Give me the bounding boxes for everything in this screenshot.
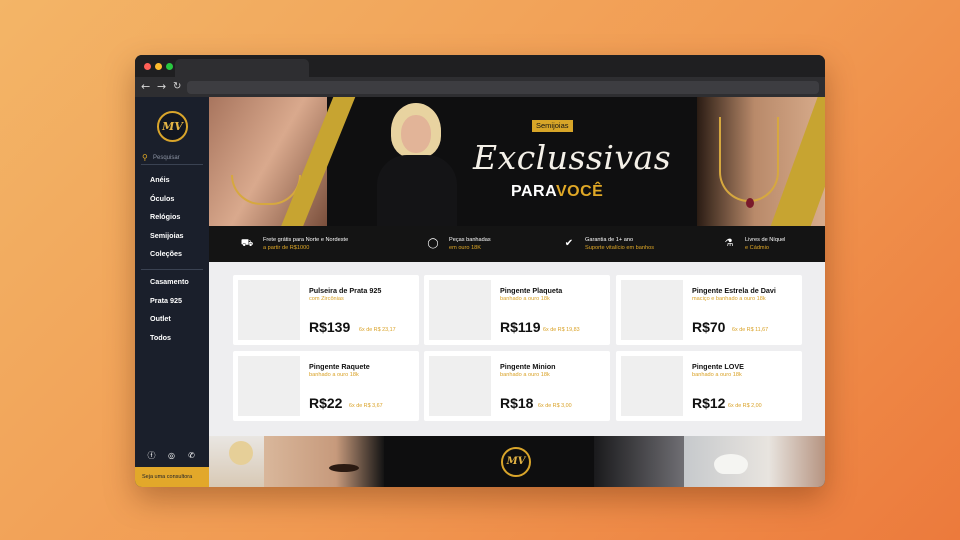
product-image[interactable] bbox=[429, 356, 491, 416]
page: MV ⚲ Pesquisar Anéis Óculos Relógios Sem… bbox=[135, 97, 825, 487]
tagline-highlight: VOCÊ bbox=[555, 183, 604, 200]
product-card[interactable]: Pingente LOVE banhado a ouro 18k R$12 6x… bbox=[616, 351, 802, 421]
product-card[interactable]: Pingente Plaqueta banhado a ouro 18k R$1… bbox=[424, 275, 610, 345]
product-subtitle: banhado a ouro 18k bbox=[500, 296, 550, 302]
product-installments: 6x de R$ 3,00 bbox=[538, 403, 572, 409]
hero-badge: Semijoias bbox=[532, 120, 573, 132]
banner-photo-portrait bbox=[594, 436, 684, 487]
brand-logo[interactable]: MV bbox=[157, 111, 188, 142]
sidebar-item-relogios[interactable]: Relógios bbox=[150, 212, 205, 222]
main-content: Semijoias Exclussivas PARAVOCÊ ⛟ Frete g… bbox=[209, 97, 825, 487]
arrow-left-icon[interactable]: ← bbox=[141, 78, 150, 96]
product-image[interactable] bbox=[429, 280, 491, 340]
minimize-window-button[interactable] bbox=[155, 63, 162, 70]
shield-check-icon: ✔ bbox=[564, 238, 574, 249]
secondary-banner[interactable]: MV bbox=[209, 436, 825, 487]
ring-icon: ◯ bbox=[427, 238, 439, 249]
reload-icon[interactable]: ↻ bbox=[173, 78, 181, 96]
instagram-icon[interactable]: ◎ bbox=[167, 451, 176, 460]
facebook-icon[interactable]: ⓕ bbox=[147, 451, 156, 460]
product-subtitle: banhado a ouro 18k bbox=[500, 372, 550, 378]
product-installments: 6x de R$ 19,83 bbox=[543, 327, 580, 333]
whatsapp-icon[interactable]: ✆ bbox=[187, 451, 196, 460]
product-name: Pingente Minion bbox=[500, 362, 556, 371]
truck-icon: ⛟ bbox=[240, 238, 254, 249]
product-name: Pingente Raquete bbox=[309, 362, 370, 371]
product-image[interactable] bbox=[621, 280, 683, 340]
feature-warranty: ✔ Garantia de 1+ ano Suporte vitalício e… bbox=[561, 235, 681, 253]
product-card[interactable]: Pulseira de Prata 925 com Zircônias R$13… bbox=[233, 275, 419, 345]
product-card[interactable]: Pingente Minion banhado a ouro 18k R$18 … bbox=[424, 351, 610, 421]
sidebar-item-prata-925[interactable]: Prata 925 bbox=[150, 296, 205, 306]
feature-nickel-free: ⚗ Livres de Níquel e Cádmio bbox=[721, 235, 811, 253]
pendant-chain-graphic bbox=[719, 117, 779, 202]
product-price: R$22 bbox=[309, 395, 343, 411]
product-installments: 6x de R$ 23,17 bbox=[359, 327, 396, 333]
product-installments: 6x de R$ 3,67 bbox=[349, 403, 383, 409]
banner-photo-closeup bbox=[264, 436, 384, 487]
product-price: R$18 bbox=[500, 395, 534, 411]
hero-model bbox=[369, 103, 464, 226]
product-subtitle: banhado a ouro 18k bbox=[309, 372, 359, 378]
sidebar: MV ⚲ Pesquisar Anéis Óculos Relógios Sem… bbox=[135, 97, 209, 487]
product-price: R$119 bbox=[500, 319, 541, 335]
title-bar bbox=[135, 55, 825, 77]
pendant-graphic bbox=[746, 198, 754, 208]
sidebar-item-todos[interactable]: Todos bbox=[150, 333, 205, 343]
product-name: Pingente Plaqueta bbox=[500, 286, 563, 295]
sidebar-item-casamento[interactable]: Casamento bbox=[150, 277, 205, 287]
search-input[interactable]: ⚲ Pesquisar bbox=[141, 153, 203, 165]
sidebar-item-aneis[interactable]: Anéis bbox=[150, 175, 205, 185]
arrow-right-icon[interactable]: → bbox=[157, 78, 166, 96]
sidebar-item-colecoes[interactable]: Coleções bbox=[150, 249, 205, 259]
sidebar-item-oculos[interactable]: Óculos bbox=[150, 194, 205, 204]
sidebar-item-semijoias[interactable]: Semijoias bbox=[150, 231, 205, 241]
banner-brand-logo: MV bbox=[501, 447, 531, 477]
tagline-prefix: PARA bbox=[511, 183, 556, 200]
search-icon: ⚲ bbox=[142, 153, 148, 162]
hero-headline: Exclussivas bbox=[473, 138, 672, 177]
search-placeholder: Pesquisar bbox=[153, 155, 180, 161]
maximize-window-button[interactable] bbox=[166, 63, 173, 70]
hero-banner[interactable]: Semijoias Exclussivas PARAVOCÊ bbox=[209, 97, 825, 226]
product-subtitle: com Zircônias bbox=[309, 296, 344, 302]
product-image[interactable] bbox=[238, 280, 300, 340]
flask-icon: ⚗ bbox=[724, 238, 734, 249]
feature-gold-plated: ◯ Peças banhadas em ouro 18K bbox=[425, 235, 525, 253]
feature-free-shipping: ⛟ Frete grátis para Norte e Nordeste a p… bbox=[240, 237, 349, 251]
product-price: R$139 bbox=[309, 319, 351, 335]
product-card[interactable]: Pingente Raquete banhado a ouro 18k R$22… bbox=[233, 351, 419, 421]
banner-photo-flowers bbox=[684, 436, 825, 487]
close-window-button[interactable] bbox=[144, 63, 151, 70]
product-card[interactable]: Pingente Estrela de Davi maciço e banhad… bbox=[616, 275, 802, 345]
features-bar: ⛟ Frete grátis para Norte e Nordeste a p… bbox=[209, 226, 825, 262]
product-grid: Pulseira de Prata 925 com Zircônias R$13… bbox=[209, 262, 825, 436]
product-image[interactable] bbox=[621, 356, 683, 416]
product-image[interactable] bbox=[238, 356, 300, 416]
product-name: Pulseira de Prata 925 bbox=[309, 286, 382, 295]
product-name: Pingente Estrela de Davi bbox=[692, 286, 776, 295]
product-name: Pingente LOVE bbox=[692, 362, 744, 371]
product-price: R$12 bbox=[692, 395, 726, 411]
browser-toolbar: ← → ↻ bbox=[135, 77, 825, 97]
product-installments: 6x de R$ 11,67 bbox=[732, 327, 769, 333]
browser-window: ← → ↻ MV ⚲ Pesquisar Anéis Óculos Relógi… bbox=[135, 55, 825, 487]
product-installments: 6x de R$ 2,00 bbox=[728, 403, 762, 409]
product-subtitle: maciço e banhado a ouro 18k bbox=[692, 296, 766, 302]
hero-tagline: PARAVOCÊ bbox=[511, 183, 603, 201]
product-subtitle: banhado a ouro 18k bbox=[692, 372, 742, 378]
sidebar-divider bbox=[141, 269, 203, 270]
address-bar[interactable] bbox=[187, 81, 819, 94]
browser-tab[interactable] bbox=[175, 59, 309, 77]
consultant-signup-button[interactable]: Seja uma consultora bbox=[135, 467, 209, 487]
product-price: R$70 bbox=[692, 319, 726, 335]
sidebar-item-outlet[interactable]: Outlet bbox=[150, 314, 205, 324]
